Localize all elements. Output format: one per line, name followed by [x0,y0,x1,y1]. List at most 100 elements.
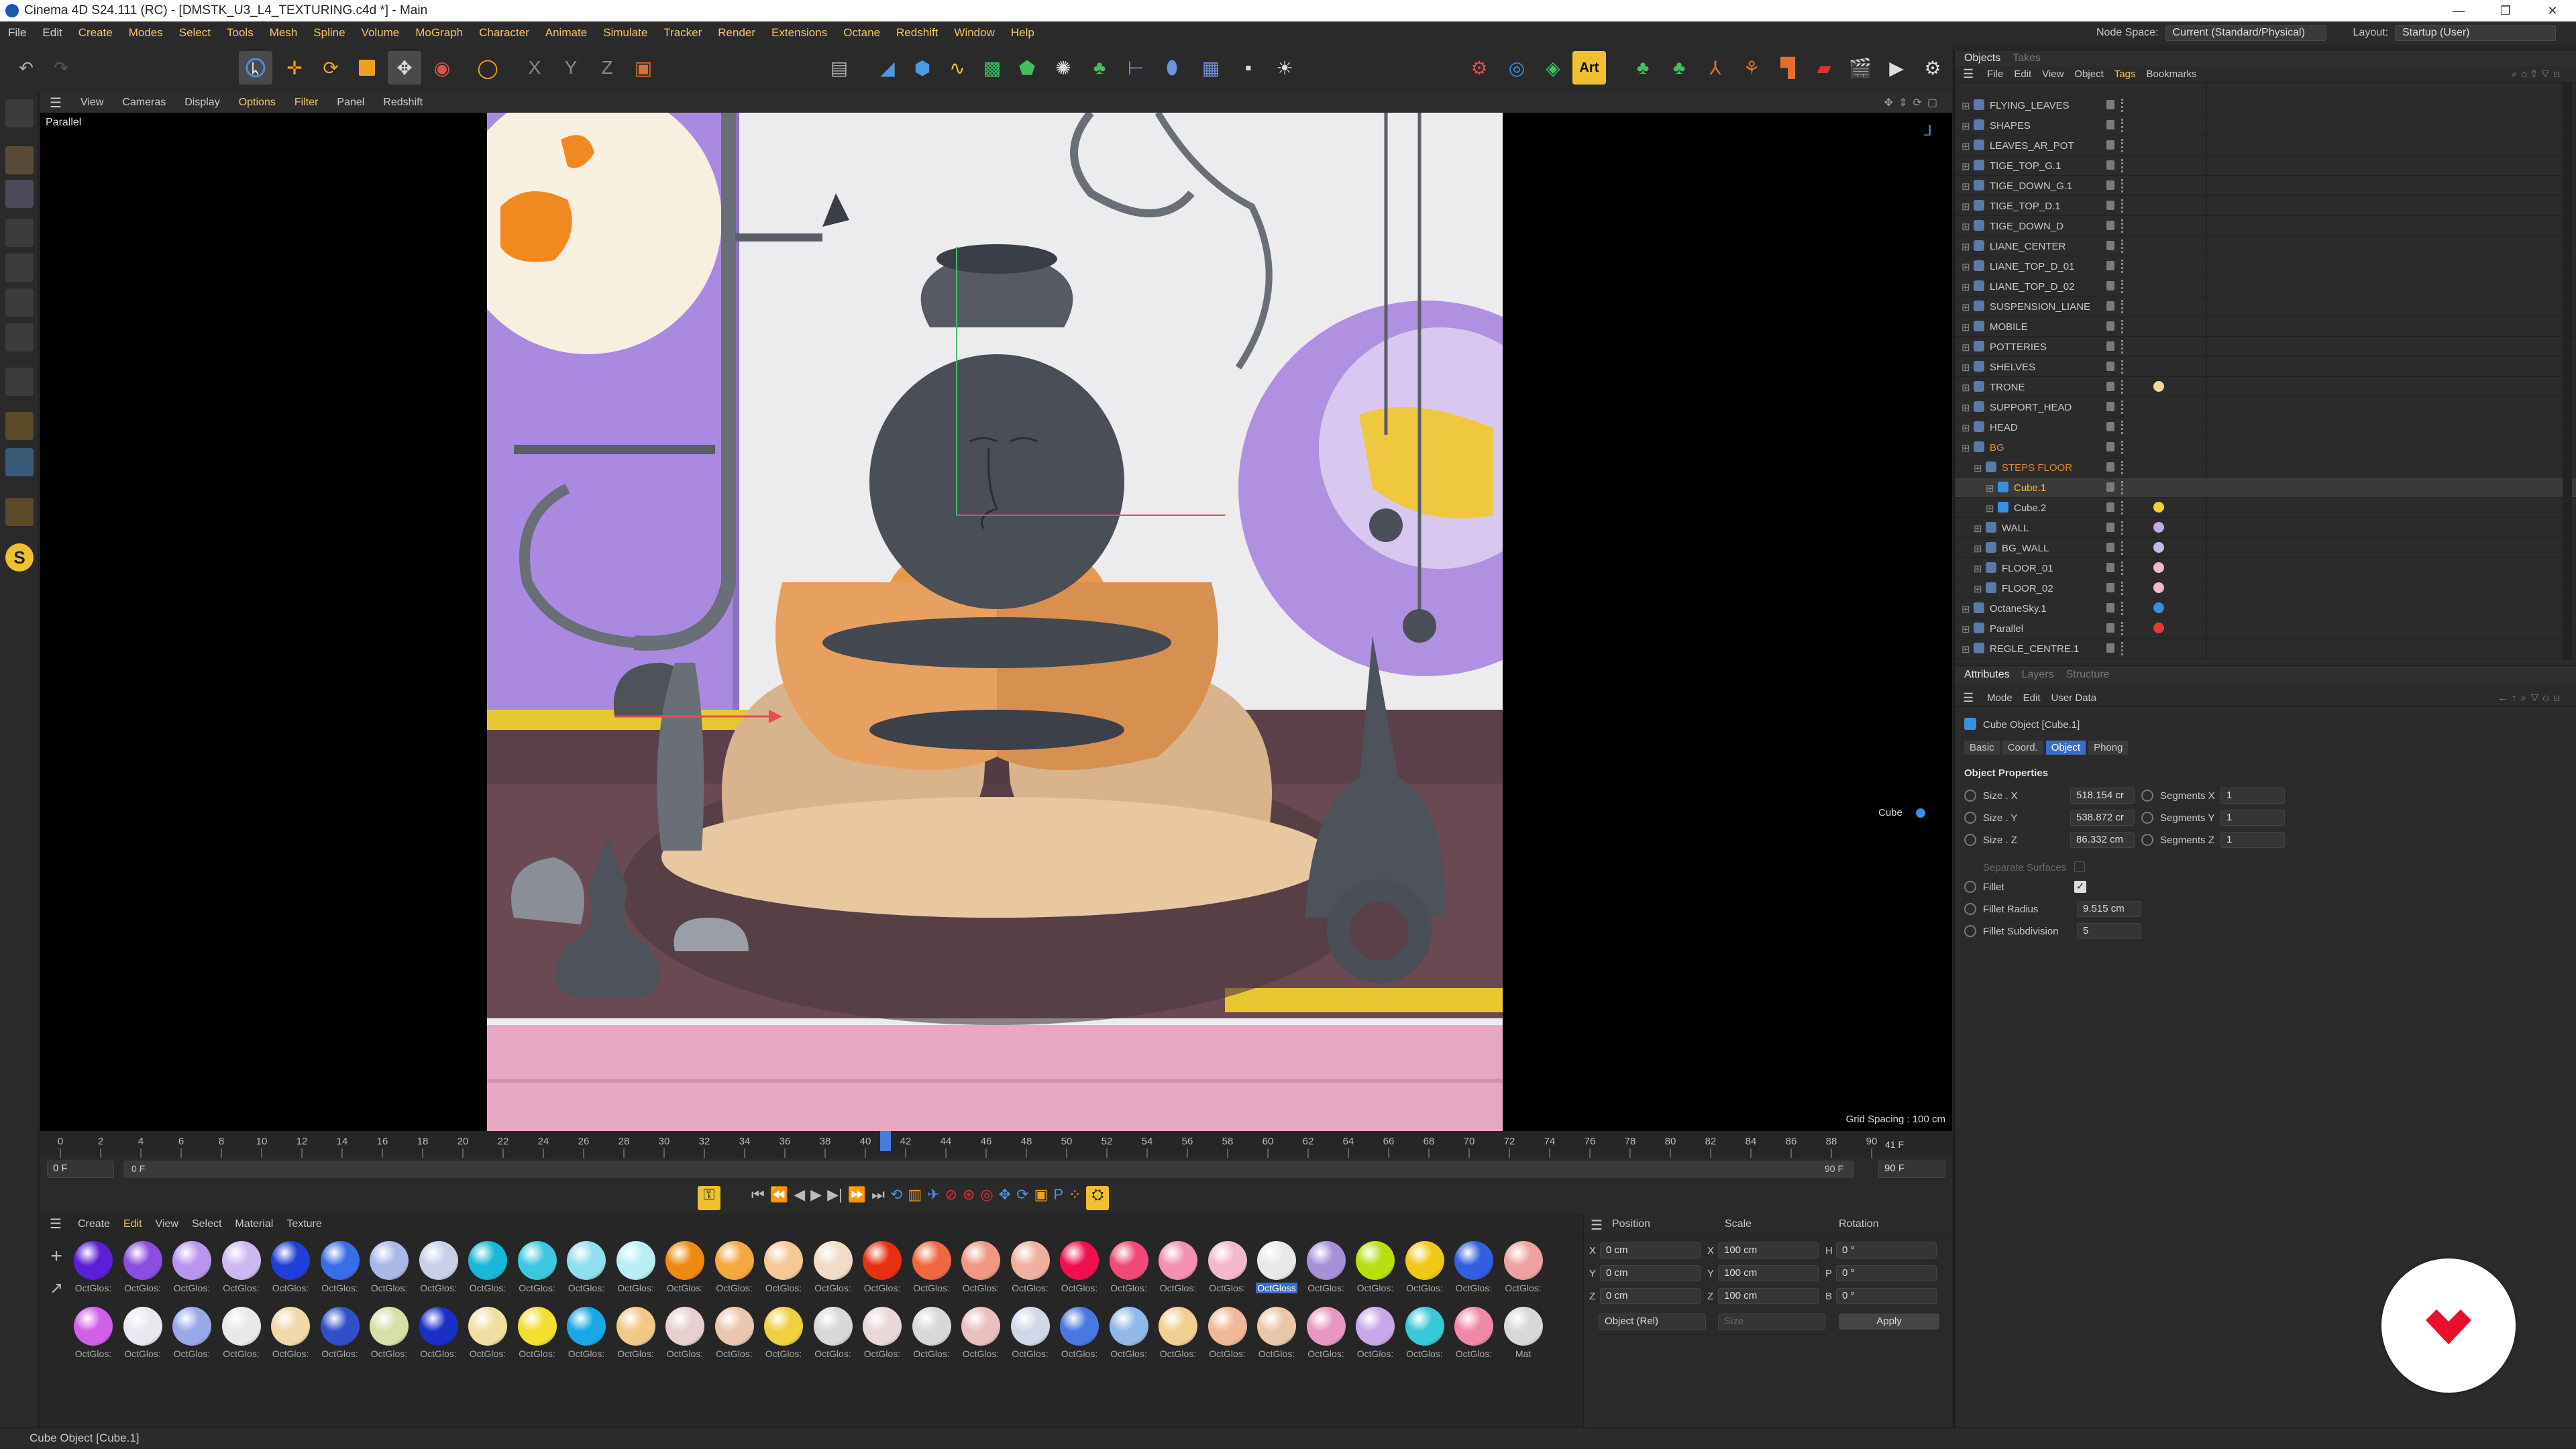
object-row[interactable]: ⊞ SHELVES [1955,357,2576,377]
workplane-icon[interactable]: ◯ [471,51,504,85]
object-row[interactable]: ⊞ OctaneSky.1 [1955,598,2576,619]
object-row[interactable]: ⊞ WALL [1955,518,2576,538]
select-tool-icon[interactable] [239,51,272,85]
obj-menu-bookmarks[interactable]: Bookmarks [2141,68,2202,80]
layer-visibility-icon[interactable] [2106,502,2114,512]
object-name[interactable]: FLYING_LEAVES [1990,100,2070,111]
play-icon[interactable]: ▶ [810,1186,822,1210]
material-swatch[interactable]: OctGlos: [566,1241,607,1297]
subtab-basic[interactable]: Basic [1964,741,2000,755]
viewport[interactable]: Parallel Cube Grid Spacing: 100 cm ⅃ [40,113,1952,1131]
workplane-lock-icon[interactable] [5,498,34,526]
material-swatch[interactable]: OctGlos: [1404,1241,1446,1297]
object-row[interactable]: ⊞ Parallel [1955,619,2576,639]
timeline-start-field[interactable]: 0 F [47,1161,114,1178]
layer-visibility-icon[interactable] [2106,321,2114,331]
autokey-icon[interactable]: ⊘ [945,1186,957,1210]
hair-icon[interactable]: ⚘ [1735,51,1768,85]
param-key-icon[interactable]: P [1053,1186,1063,1210]
material-tag-icon[interactable] [2153,381,2164,392]
spline-pen-icon[interactable]: ◢ [871,51,904,85]
subtab-object[interactable]: Object [2045,741,2086,755]
field-icon[interactable]: ✺ [1046,51,1080,85]
object-row[interactable]: ⊞ POTTERIES [1955,337,2576,357]
material-tag-icon[interactable] [2153,562,2164,573]
menu-tools[interactable]: Tools [219,26,262,40]
material-swatch[interactable]: OctGlos: [517,1307,558,1363]
obj-menu-tags[interactable]: Tags [2109,68,2141,80]
edges-mode-icon[interactable] [5,254,34,282]
object-name[interactable]: FLOOR_02 [2002,583,2053,594]
playhead-marker[interactable] [880,1131,891,1151]
visibility-dots-icon[interactable] [2121,99,2125,112]
expand-icon[interactable]: ⊞ [1962,140,1970,152]
visibility-dots-icon[interactable] [2121,239,2125,253]
keyframe-selection-icon[interactable]: ◎ [980,1186,993,1210]
material-swatch[interactable]: OctGlos: [714,1307,755,1363]
material-swatch[interactable]: OctGlos: [319,1307,361,1363]
size-z-field[interactable]: 86.332 cm [2070,832,2135,848]
object-row[interactable]: ⊞ BG_WALL [1955,538,2576,558]
loop-icon[interactable]: ⟲ [890,1186,902,1210]
scene-render[interactable] [487,113,1503,1131]
scale-z-field[interactable]: 100 cm [1718,1288,1819,1304]
material-swatch[interactable]: OctGlos: [1059,1307,1100,1363]
object-row[interactable]: ⊞ FLOOR_01 [1955,558,2576,578]
picture-viewer-icon[interactable]: 🎬 [1843,51,1877,85]
mat-menu-material[interactable]: Material [228,1218,280,1230]
camera-icon[interactable]: ▪ [1232,51,1265,85]
material-swatch[interactable]: OctGlos: [911,1241,953,1297]
material-swatch[interactable]: Mat [1503,1307,1544,1363]
object-name[interactable]: LIANE_CENTER [1990,241,2065,252]
expand-icon[interactable]: ⊞ [1962,100,1970,112]
menu-create[interactable]: Create [70,26,121,40]
points-mode-icon[interactable] [5,219,34,247]
visibility-dots-icon[interactable] [2121,622,2125,635]
visibility-dots-icon[interactable] [2121,219,2125,233]
material-tag-icon[interactable] [2153,582,2164,593]
menu-volume[interactable]: Volume [354,26,408,40]
polygons-mode-icon[interactable] [5,288,34,317]
scale-y-field[interactable]: 100 cm [1718,1265,1819,1281]
object-name[interactable]: WALL [2002,523,2029,534]
menu-modes[interactable]: Modes [121,26,171,40]
material-swatch[interactable]: OctGlos: [1059,1241,1100,1297]
next-key-icon[interactable]: ⏩ [848,1186,866,1210]
object-name[interactable]: TIGE_DOWN_G.1 [1990,180,2072,192]
expand-icon[interactable]: ⊞ [1962,160,1970,172]
expand-icon[interactable]: ⊞ [1974,563,1982,575]
layer-visibility-icon[interactable] [2106,623,2114,633]
visibility-dots-icon[interactable] [2121,119,2125,132]
object-row[interactable]: ⊞ TRONE [1955,377,2576,397]
object-name[interactable]: TIGE_TOP_D.1 [1990,201,2061,212]
layout-dropdown[interactable]: Startup (User) [2395,25,2556,41]
menu-file[interactable]: File [0,26,34,40]
layer-visibility-icon[interactable] [2106,603,2114,612]
position-key-icon[interactable]: ✥ [999,1186,1011,1210]
expand-icon[interactable]: ⊞ [1962,422,1970,434]
cloner-icon[interactable]: ♣ [1083,51,1116,85]
expand-icon[interactable]: ⊞ [1962,603,1970,615]
menu-tracker[interactable]: Tracker [655,26,710,40]
material-swatch[interactable]: OctGlos: [664,1307,706,1363]
fillet-subdivision-field[interactable]: 5 [2077,923,2141,939]
object-row[interactable]: ⊞ SUPPORT_HEAD [1955,397,2576,417]
scale-key-icon[interactable]: ▣ [1034,1186,1049,1210]
node-space-dropdown[interactable]: Current (Standard/Physical) [2165,25,2326,41]
object-name[interactable]: SUSPENSION_LIANE [1990,301,2090,313]
layer-visibility-icon[interactable] [2106,221,2114,230]
expand-icon[interactable]: ⊞ [1962,301,1970,313]
fillet-radius-field[interactable]: 9.515 cm [2077,901,2141,917]
object-hamburger-icon[interactable]: ☰ [1955,67,1982,81]
pla-key-icon[interactable]: ⁘ [1069,1186,1081,1210]
model-mode-icon[interactable] [5,146,34,174]
visibility-dots-icon[interactable] [2121,561,2125,575]
uv-mode-icon[interactable] [5,323,34,352]
material-swatch[interactable]: OctGlos: [171,1307,213,1363]
layer-visibility-icon[interactable] [2106,643,2114,653]
vp-menu-display[interactable]: Display [175,97,229,109]
size-y-keyframe-icon[interactable] [1964,812,1976,824]
move-tool-icon[interactable]: ✛ [278,51,311,85]
object-row[interactable]: ⊞ LEAVES_AR_POT [1955,136,2576,156]
visibility-dots-icon[interactable] [2121,179,2125,193]
